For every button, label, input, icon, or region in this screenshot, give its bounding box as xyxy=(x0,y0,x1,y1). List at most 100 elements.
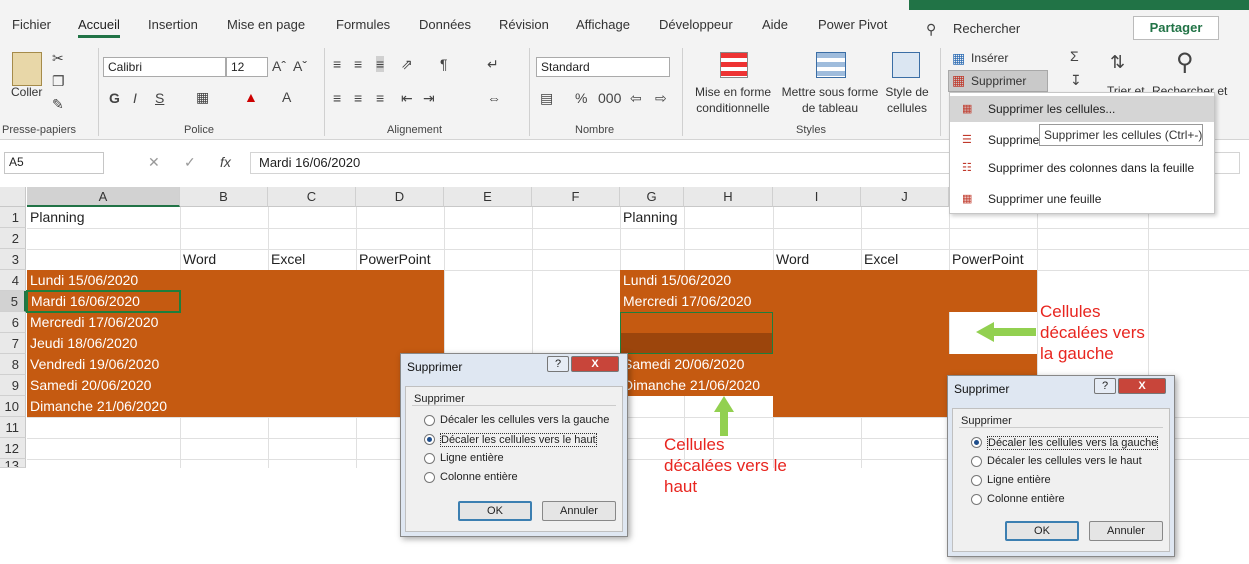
option-entire-row[interactable]: Ligne entière xyxy=(440,452,504,464)
row-header-12[interactable]: 12 xyxy=(0,438,26,459)
cell-a9[interactable]: Samedi 20/06/2020 xyxy=(27,375,151,396)
close-button[interactable]: X xyxy=(571,356,619,372)
fill-icon[interactable]: ↧ xyxy=(1070,72,1082,89)
row-header-1[interactable]: 1 xyxy=(0,207,26,228)
row-header-5[interactable]: 5 xyxy=(0,291,26,312)
select-all-corner[interactable] xyxy=(0,187,26,207)
align-center-icon[interactable]: ≡ xyxy=(354,90,362,106)
cell-a8[interactable]: Vendredi 19/06/2020 xyxy=(27,354,159,375)
cell-g1[interactable]: Planning xyxy=(620,207,678,228)
option-entire-row[interactable]: Ligne entière xyxy=(987,474,1051,486)
help-button[interactable]: ? xyxy=(1094,378,1116,394)
decrease-font-icon[interactable]: Aˇ xyxy=(293,58,307,74)
underline-button[interactable]: S xyxy=(155,90,164,106)
column-header-c[interactable]: C xyxy=(268,187,356,207)
row-header-6[interactable]: 6 xyxy=(0,312,26,333)
tab-insertion[interactable]: Insertion xyxy=(148,17,198,32)
table-format-button[interactable]: Mettre sous forme de tableau xyxy=(778,84,882,116)
cell-g5[interactable]: Mercredi 17/06/2020 xyxy=(620,291,751,312)
radio-entire-column[interactable] xyxy=(424,472,435,483)
row-header-8[interactable]: 8 xyxy=(0,354,26,375)
name-box[interactable]: A5 xyxy=(4,152,104,174)
tab-accueil[interactable]: Accueil xyxy=(78,17,120,38)
currency-icon[interactable]: ▤ xyxy=(540,90,553,107)
close-button[interactable]: X xyxy=(1118,378,1166,394)
help-button[interactable]: ? xyxy=(547,356,569,372)
column-header-a[interactable]: A xyxy=(27,187,180,207)
sort-filter-icon[interactable]: ⇅ xyxy=(1110,52,1125,73)
cond-format-button[interactable]: Mise en forme conditionnelle xyxy=(688,84,778,116)
merge-center-icon[interactable]: ⇔ xyxy=(487,90,501,106)
insert-button[interactable]: Insérer xyxy=(971,51,1008,65)
row-header-13[interactable]: 13 xyxy=(0,459,26,468)
row-header-4[interactable]: 4 xyxy=(0,270,26,291)
wrap-text-icon[interactable]: ↵ xyxy=(487,56,499,73)
decrease-decimal-icon[interactable]: ⇨ xyxy=(655,90,667,107)
cut-icon[interactable]: ✂ xyxy=(52,50,64,67)
tab-mise-en-page[interactable]: Mise en page xyxy=(227,17,305,32)
radio-entire-row[interactable] xyxy=(971,475,982,486)
cell-d3[interactable]: PowerPoint xyxy=(356,249,431,270)
row-header-3[interactable]: 3 xyxy=(0,249,26,270)
align-right-icon[interactable]: ≡ xyxy=(376,90,384,106)
radio-shift-left[interactable] xyxy=(971,437,982,448)
cancel-button[interactable]: Annuler xyxy=(542,501,616,521)
tab-developpeur[interactable]: Développeur xyxy=(659,17,733,32)
format-painter-icon[interactable]: ✎ xyxy=(52,96,64,113)
menu-delete-sheet[interactable]: ▦ Supprimer une feuille xyxy=(950,186,1214,212)
cell-a6[interactable]: Mercredi 17/06/2020 xyxy=(27,312,158,333)
insert-function-button[interactable]: fx xyxy=(220,154,231,170)
align-left-icon[interactable]: ≡ xyxy=(333,90,341,106)
option-entire-column[interactable]: Colonne entière xyxy=(440,471,518,483)
ok-button[interactable]: OK xyxy=(1005,521,1079,541)
align-bottom-icon[interactable]: ≡ xyxy=(376,56,385,72)
cell-styles-icon[interactable] xyxy=(892,52,920,78)
column-header-d[interactable]: D xyxy=(356,187,444,207)
thousands-button[interactable]: 000 xyxy=(598,90,621,106)
cell-a4[interactable]: Lundi 15/06/2020 xyxy=(27,270,138,291)
find-icon[interactable]: ⚲ xyxy=(1176,48,1194,77)
cell-c3[interactable]: Excel xyxy=(268,249,305,270)
cell-g8[interactable]: Samedi 20/06/2020 xyxy=(620,354,744,375)
bold-button[interactable]: G xyxy=(109,90,120,106)
tab-donnees[interactable]: Données xyxy=(419,17,471,32)
cell-k3[interactable]: PowerPoint xyxy=(949,249,1024,270)
radio-shift-up[interactable] xyxy=(424,434,435,445)
paste-icon[interactable] xyxy=(12,52,42,86)
column-header-g[interactable]: G xyxy=(620,187,684,207)
borders-icon[interactable]: ▦ xyxy=(196,89,209,106)
row-header-11[interactable]: 11 xyxy=(0,417,26,438)
selection-range[interactable] xyxy=(620,312,773,354)
row-header-10[interactable]: 10 xyxy=(0,396,26,417)
share-button[interactable]: Partager xyxy=(1133,16,1219,40)
row-header-9[interactable]: 9 xyxy=(0,375,26,396)
copy-icon[interactable]: ❐ xyxy=(52,73,65,90)
radio-shift-left[interactable] xyxy=(424,415,435,426)
cell-g4[interactable]: Lundi 15/06/2020 xyxy=(620,270,731,291)
italic-button[interactable]: I xyxy=(133,90,137,106)
font-color-icon[interactable]: A xyxy=(282,89,291,105)
option-shift-left[interactable]: Décaler les cellules vers la gauche xyxy=(987,436,1159,450)
column-header-b[interactable]: B xyxy=(180,187,268,207)
cancel-icon[interactable]: ✕ xyxy=(148,154,160,171)
table-format-icon[interactable] xyxy=(816,52,846,78)
fill-color-icon[interactable]: ▲ xyxy=(244,89,258,105)
cancel-button[interactable]: Annuler xyxy=(1089,521,1163,541)
radio-shift-up[interactable] xyxy=(971,456,982,467)
indent-direction-icon[interactable]: ¶ xyxy=(440,56,448,72)
tab-affichage[interactable]: Affichage xyxy=(576,17,630,32)
cell-i3[interactable]: Word xyxy=(773,249,809,270)
row-header-7[interactable]: 7 xyxy=(0,333,26,354)
search-box[interactable]: Rechercher xyxy=(953,21,1020,36)
option-shift-up[interactable]: Décaler les cellules vers le haut xyxy=(440,433,597,447)
decrease-indent-icon[interactable]: ⇤ xyxy=(401,90,413,107)
cond-format-icon[interactable] xyxy=(720,52,748,78)
ok-button[interactable]: OK xyxy=(458,501,532,521)
menu-delete-columns[interactable]: ☷ Supprimer des colonnes dans la feuille xyxy=(950,155,1214,181)
tab-aide[interactable]: Aide xyxy=(762,17,788,32)
option-shift-up[interactable]: Décaler les cellules vers le haut xyxy=(987,455,1142,467)
enter-icon[interactable]: ✓ xyxy=(184,154,196,171)
align-top-icon[interactable]: ≡ xyxy=(333,56,341,72)
menu-delete-cells[interactable]: ▦ Supprimer les cellules... xyxy=(950,96,1214,122)
row-header-2[interactable]: 2 xyxy=(0,228,26,249)
